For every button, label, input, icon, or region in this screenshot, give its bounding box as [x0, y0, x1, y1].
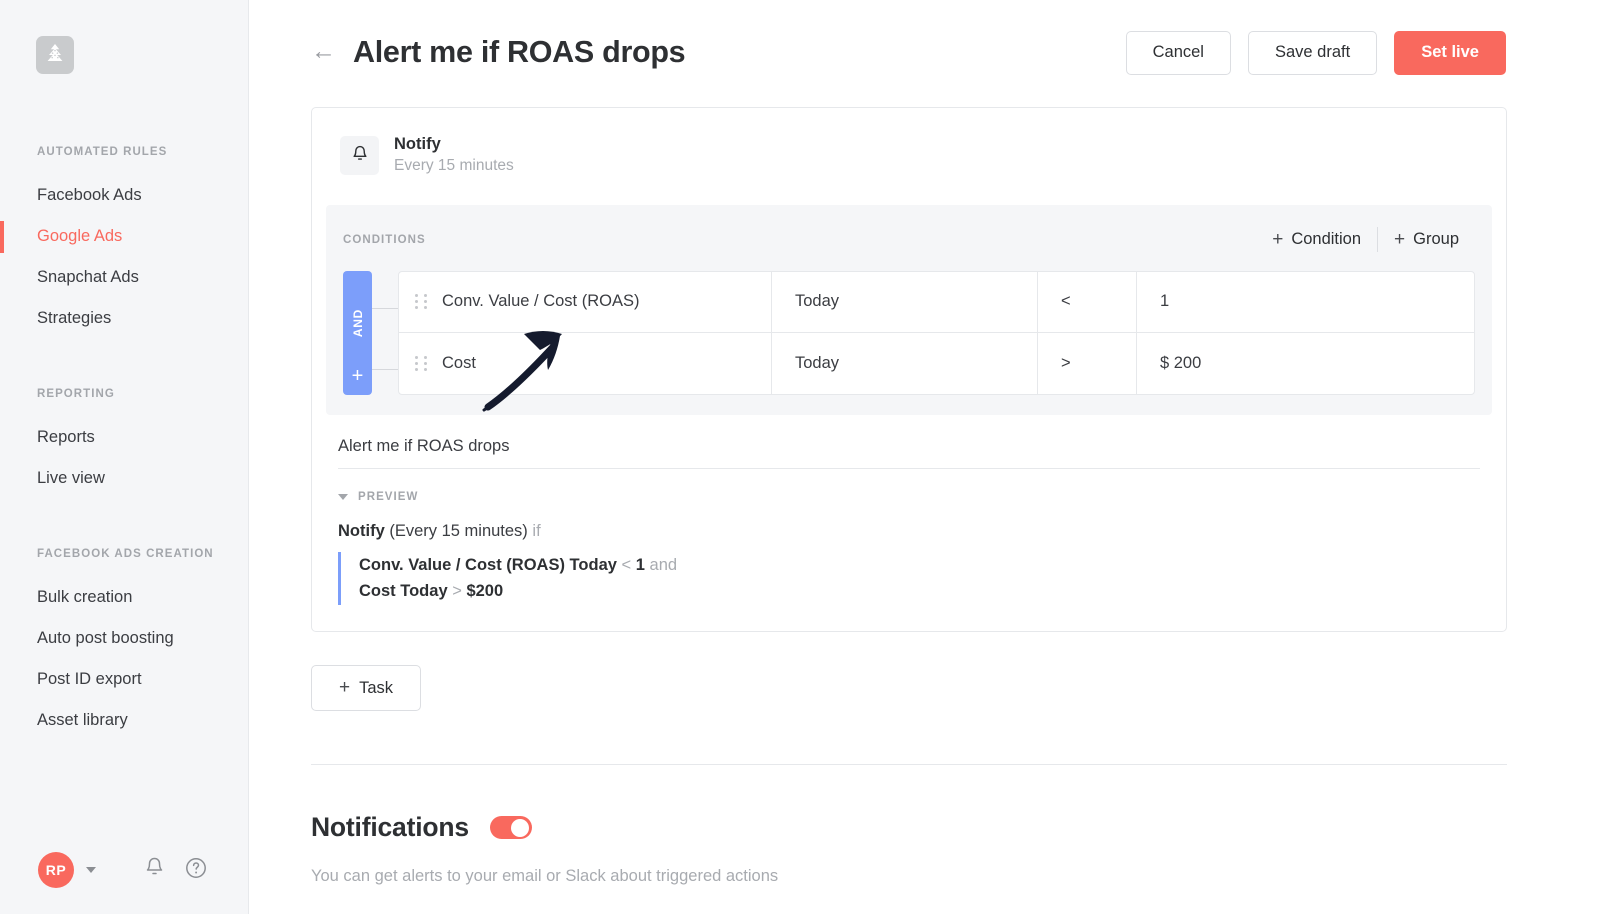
rule-name-input[interactable]: Alert me if ROAS drops: [338, 437, 1480, 469]
section-divider: [311, 764, 1507, 765]
condition-value-cell[interactable]: $ 200: [1137, 333, 1474, 394]
rule-card: Notify Every 15 minutes CONDITIONS + Con…: [311, 107, 1507, 632]
preview-condition-value: $200: [466, 582, 504, 601]
app-logo[interactable]: [36, 36, 74, 74]
conditions-header: CONDITIONS + Condition + Group: [343, 227, 1475, 253]
sidebar-item-auto-post-boosting[interactable]: Auto post boosting: [0, 618, 249, 659]
preview-condition-subject: Conv. Value / Cost (ROAS) Today: [359, 555, 617, 574]
caret-down-icon: [338, 493, 348, 500]
condition-metric-cell[interactable]: Conv. Value / Cost (ROAS): [399, 271, 772, 332]
sidebar-item-live-view[interactable]: Live view: [0, 458, 249, 499]
plus-icon: +: [1394, 229, 1406, 251]
drag-handle-icon[interactable]: [415, 355, 428, 371]
notify-action-icon-box: [340, 136, 379, 176]
sidebar-heading-automated-rules: AUTOMATED RULES: [37, 146, 168, 158]
sidebar-item-asset-library[interactable]: Asset library: [0, 700, 249, 741]
bell-icon[interactable]: [144, 856, 165, 884]
condition-metric-value: Conv. Value / Cost (ROAS): [442, 292, 640, 311]
sidebar-item-facebook-ads[interactable]: Facebook Ads: [0, 175, 249, 216]
preview-condition-conjunction: and: [649, 555, 678, 574]
sidebar: AUTOMATED RULES Facebook Ads Google Ads …: [0, 0, 249, 914]
conditions-actions: + Condition + Group: [1256, 227, 1475, 253]
preview-schedule: (Every 15 minutes): [389, 521, 528, 540]
arrow-left-icon[interactable]: ←: [311, 38, 336, 64]
conditions-label: CONDITIONS: [343, 233, 426, 246]
sidebar-item-snapchat-ads[interactable]: Snapchat Ads: [0, 257, 249, 298]
rule-action-schedule: Every 15 minutes: [394, 157, 514, 175]
preview-label: PREVIEW: [358, 490, 419, 503]
preview-action: Notify: [338, 521, 385, 540]
condition-connectors: [372, 271, 398, 395]
sidebar-heading-facebook-ads-creation: FACEBOOK ADS CREATION: [37, 548, 214, 560]
sidebar-item-reports[interactable]: Reports: [0, 417, 249, 458]
sidebar-section-automated-rules: AUTOMATED RULES Facebook Ads Google Ads …: [0, 146, 249, 339]
toggle-knob: [511, 818, 530, 837]
preview-condition-line: Conv. Value / Cost (ROAS) Today < 1 and: [359, 552, 1506, 578]
preview-condition-subject: Cost Today: [359, 582, 448, 601]
plus-icon: +: [338, 677, 351, 698]
logic-operator-label: AND: [350, 308, 365, 338]
add-task-button[interactable]: + Task: [311, 665, 421, 711]
preview-condition-operator: <: [621, 555, 632, 574]
notifications-header: Notifications: [311, 812, 532, 843]
preview-summary-line: Notify (Every 15 minutes) if: [338, 522, 1506, 541]
condition-range-cell[interactable]: Today: [772, 332, 1038, 394]
conditions-body: AND + Conv. Value / Cost (ROAS) Today < …: [343, 270, 1475, 395]
notifications-title: Notifications: [311, 812, 469, 842]
preview-toggle[interactable]: PREVIEW: [338, 491, 1506, 503]
add-condition-button[interactable]: + Condition: [1256, 230, 1377, 249]
sidebar-item-strategies[interactable]: Strategies: [0, 298, 249, 339]
rule-action-texts: Notify Every 15 minutes: [394, 134, 514, 178]
tree-logo-icon: [44, 42, 66, 69]
app-root: AUTOMATED RULES Facebook Ads Google Ads …: [0, 0, 1600, 914]
condition-range-cell[interactable]: Today: [772, 271, 1038, 332]
add-condition-inline-button[interactable]: +: [352, 366, 364, 386]
table-row[interactable]: Cost Today > $ 200: [399, 332, 1474, 394]
condition-metric-value: Cost: [442, 353, 476, 372]
avatar[interactable]: RP: [38, 852, 74, 888]
page-title: Alert me if ROAS drops: [353, 35, 686, 69]
sidebar-item-google-ads[interactable]: Google Ads: [0, 216, 249, 257]
sidebar-item-post-id-export[interactable]: Post ID export: [0, 659, 249, 700]
sidebar-item-bulk-creation[interactable]: Bulk creation: [0, 577, 249, 618]
sidebar-footer: RP: [0, 852, 249, 888]
set-live-button[interactable]: Set live: [1394, 30, 1506, 75]
conditions-panel: CONDITIONS + Condition + Group AND + Con…: [326, 204, 1492, 415]
header-actions: Cancel Save draft Set live: [1125, 30, 1506, 75]
condition-operator-cell[interactable]: <: [1038, 271, 1137, 332]
sidebar-section-facebook-ads-creation: FACEBOOK ADS CREATION Bulk creation Auto…: [0, 548, 249, 741]
save-draft-button[interactable]: Save draft: [1247, 30, 1378, 75]
table-row[interactable]: Conv. Value / Cost (ROAS) Today < 1: [399, 271, 1474, 333]
drag-handle-icon[interactable]: [415, 294, 428, 310]
question-mark-circle-icon[interactable]: [185, 857, 207, 884]
condition-value-cell[interactable]: 1: [1137, 272, 1474, 332]
notifications-toggle[interactable]: [489, 816, 532, 839]
sidebar-section-reporting: REPORTING Reports Live view: [0, 388, 249, 499]
condition-rows: Conv. Value / Cost (ROAS) Today < 1 Cost…: [398, 270, 1475, 395]
condition-operator-cell[interactable]: >: [1038, 332, 1137, 394]
cancel-button[interactable]: Cancel: [1125, 30, 1231, 75]
condition-metric-cell[interactable]: Cost: [399, 332, 772, 394]
preview-condition-line: Cost Today > $200: [359, 578, 1506, 604]
preview-conditions-block: Conv. Value / Cost (ROAS) Today < 1 and …: [338, 551, 1506, 605]
logic-operator-and-bar[interactable]: AND +: [343, 270, 372, 395]
add-condition-label: Condition: [1291, 230, 1362, 249]
rule-action-title: Notify: [394, 135, 441, 153]
chevron-down-icon[interactable]: [86, 867, 96, 873]
add-task-label: Task: [359, 678, 394, 697]
preview-if-word: if: [532, 521, 541, 540]
add-group-label: Group: [1413, 230, 1459, 249]
rule-action-header[interactable]: Notify Every 15 minutes: [312, 108, 1506, 178]
page-header: ← Alert me if ROAS drops Cancel Save dra…: [249, 0, 1600, 105]
plus-icon: +: [1272, 229, 1284, 251]
main-content: ← Alert me if ROAS drops Cancel Save dra…: [249, 0, 1600, 914]
notifications-description: You can get alerts to your email or Slac…: [311, 867, 779, 885]
sidebar-heading-reporting: REPORTING: [37, 388, 115, 400]
preview-condition-operator: >: [452, 582, 462, 601]
add-group-button[interactable]: + Group: [1378, 230, 1475, 249]
bell-icon: [351, 144, 369, 168]
preview-condition-value: 1: [635, 555, 645, 574]
sidebar-footer-icons: [144, 856, 207, 884]
